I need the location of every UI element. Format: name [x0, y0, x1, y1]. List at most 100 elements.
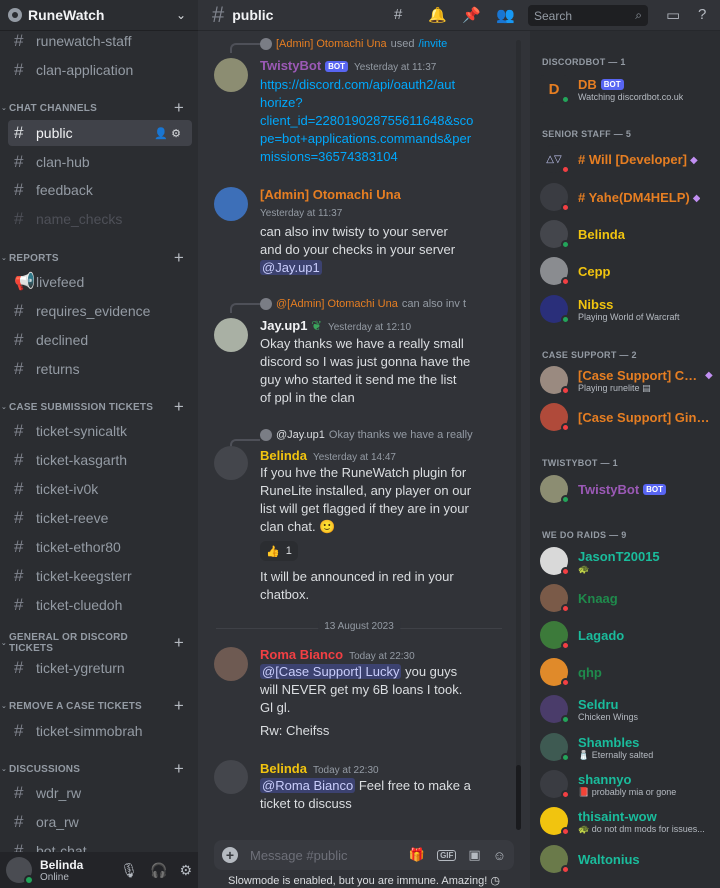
sticker-icon[interactable]: ▣ — [468, 847, 480, 863]
bell-icon[interactable]: 🔔 — [428, 6, 447, 24]
channel-livefeed[interactable]: 📢 livefeed — [8, 269, 192, 295]
channel-runewatch-staff[interactable]: # runewatch-staff — [8, 28, 192, 54]
add-channel-icon[interactable]: + — [174, 248, 184, 268]
message-composer[interactable]: + Message #public 🎁 GIF ▣ ☺ — [214, 840, 514, 870]
gif-icon[interactable]: GIF — [437, 849, 457, 861]
gear-icon[interactable]: ⚙ — [171, 128, 184, 140]
user-mention[interactable]: @Jay.up1 — [260, 260, 322, 275]
hash-icon: # — [14, 450, 24, 469]
search-input[interactable]: Search ⌕ — [528, 5, 648, 26]
channel-ticket-ethor80[interactable]: # ticket-ethor80 — [8, 534, 192, 560]
scrollbar-thumb[interactable] — [516, 765, 521, 830]
channel-ticket-kasgarth[interactable]: # ticket-kasgarth — [8, 447, 192, 473]
avatar[interactable] — [214, 187, 248, 221]
member-item[interactable]: thisaint-wow 🐢 do not dm mods for issues.… — [540, 803, 720, 839]
emoji-icon[interactable]: ☺ — [493, 848, 506, 863]
category-general-or-discord-tickets[interactable]: ⌄ GENERAL OR DISCORD TICKETS + — [0, 632, 198, 654]
reply-preview[interactable]: [Admin] Otomachi Una used /invite — [260, 38, 447, 50]
members-icon[interactable]: 👥 — [496, 6, 515, 24]
avatar[interactable] — [214, 647, 248, 681]
member-item[interactable]: Waltonius — [540, 841, 720, 877]
member-item[interactable]: Nibss Playing World of Warcraft — [540, 291, 720, 327]
avatar[interactable] — [214, 446, 248, 480]
server-header[interactable]: RuneWatch ⌄ — [0, 0, 198, 31]
scrollbar-track[interactable] — [516, 40, 521, 830]
channel-title: public — [232, 7, 274, 23]
avatar[interactable] — [6, 857, 34, 885]
attach-plus-icon[interactable]: + — [222, 847, 238, 863]
avatar[interactable] — [214, 760, 248, 794]
message-author[interactable]: Belinda Today at 22:30 — [260, 761, 379, 776]
avatar[interactable] — [214, 318, 248, 352]
channel-ticket-reeve[interactable]: # ticket-reeve — [8, 505, 192, 531]
user-mention[interactable]: @Roma Bianco — [260, 778, 356, 793]
threads-icon[interactable]: # — [394, 6, 402, 23]
channel-ticket-keegsterr[interactable]: # ticket-keegsterr — [8, 563, 192, 589]
gift-icon[interactable]: 🎁 — [409, 847, 425, 863]
category-reports[interactable]: ⌄ REPORTS + — [0, 248, 198, 268]
member-item[interactable]: TwistyBot BOT — [540, 471, 720, 507]
category-discussions[interactable]: ⌄ DISCUSSIONS + — [0, 759, 198, 779]
help-icon[interactable]: ? — [698, 6, 706, 23]
member-item[interactable]: # Yahe(DM4HELP) ◆ — [540, 179, 720, 215]
channel-ticket-iv0k[interactable]: # ticket-iv0k — [8, 476, 192, 502]
invite-link[interactable]: https://discord.com/api/oauth2/aut horiz… — [260, 76, 473, 166]
channel-requires-evidence[interactable]: # requires_evidence — [8, 298, 192, 324]
channel-wdr-rw[interactable]: # wdr_rw — [8, 780, 192, 806]
channel-feedback[interactable]: # feedback — [8, 177, 192, 203]
microphone-icon[interactable]: 🎙 — [120, 862, 138, 879]
member-item[interactable]: shannyo 📕 probably mia or gone — [540, 766, 720, 802]
add-member-icon[interactable]: 👤 — [154, 128, 171, 140]
member-item[interactable]: JasonT20015 🐢 — [540, 543, 720, 579]
channel-ticket-simmobrah[interactable]: # ticket-simmobrah — [8, 718, 192, 744]
member-item[interactable]: qhp — [540, 654, 720, 690]
add-channel-icon[interactable]: + — [174, 696, 184, 716]
message-author[interactable]: Belinda Yesterday at 14:47 — [260, 448, 396, 463]
member-item[interactable]: Lagado — [540, 617, 720, 653]
inbox-icon[interactable]: ▭ — [666, 6, 680, 24]
server-name: RuneWatch — [28, 7, 105, 23]
channel-ticket-synicaltk[interactable]: # ticket-synicaltk — [8, 418, 192, 444]
slowmode-notice: Slowmode is enabled, but you are immune.… — [228, 875, 500, 887]
channel-returns[interactable]: # returns — [8, 356, 192, 382]
add-channel-icon[interactable]: + — [174, 759, 184, 779]
member-item[interactable]: D DB BOT Watching discordbot.co.uk — [540, 71, 720, 107]
gear-icon[interactable]: ⚙ — [179, 862, 192, 879]
avatar[interactable] — [214, 58, 248, 92]
pin-icon[interactable]: 📌 — [462, 6, 481, 24]
channel-clan-application[interactable]: # clan-application — [8, 57, 192, 83]
member-item[interactable]: [Case Support] Con... ◆ Playing runelite ▤ — [540, 362, 720, 398]
member-item[interactable]: △▽ # Will [Developer] ◆ — [540, 141, 720, 177]
channel-ticket-ygreturn[interactable]: # ticket-ygreturn — [8, 655, 192, 681]
add-channel-icon[interactable]: + — [174, 397, 184, 417]
channel-ora-rw[interactable]: # ora_rw — [8, 809, 192, 835]
member-item[interactable]: Knaag — [540, 580, 720, 616]
reaction-thumbs-up[interactable]: 👍 1 — [260, 541, 298, 561]
category-remove-a-case-tickets[interactable]: ⌄ REMOVE A CASE TICKETS + — [0, 696, 198, 716]
chevron-down-icon[interactable]: ⌄ — [176, 8, 186, 22]
channel-declined[interactable]: # declined — [8, 327, 192, 353]
channel-ticket-cluedoh[interactable]: # ticket-cluedoh — [8, 592, 192, 618]
category-chat-channels[interactable]: ⌄ CHAT CHANNELS + — [0, 98, 198, 118]
member-item[interactable]: Seldru Chicken Wings — [540, 691, 720, 727]
member-item[interactable]: Cepp — [540, 253, 720, 289]
reply-preview[interactable]: @[Admin] Otomachi Una can also inv t — [260, 298, 466, 310]
member-item[interactable]: Shambles 🧂 Eternally salted — [540, 729, 720, 765]
message-author[interactable]: TwistyBot BOT Yesterday at 11:37 — [260, 58, 436, 73]
message-author[interactable]: Roma Bianco Today at 22:30 — [260, 647, 415, 662]
category-case-submission-tickets[interactable]: ⌄ CASE SUBMISSION TICKETS + — [0, 397, 198, 417]
avatar: D — [540, 75, 570, 104]
add-channel-icon[interactable]: + — [174, 98, 184, 118]
channel-public[interactable]: # public 👤⚙ — [8, 120, 192, 146]
message-input[interactable]: Message #public — [250, 848, 348, 863]
user-mention[interactable]: @[Case Support] Lucky — [260, 664, 402, 679]
message-author[interactable]: [Admin] Otomachi Una — [260, 187, 401, 202]
message-author[interactable]: Jay.up1 ❦ Yesterday at 12:10 — [260, 318, 411, 334]
add-channel-icon[interactable]: + — [174, 633, 184, 653]
channel-clan-hub[interactable]: # clan-hub — [8, 149, 192, 175]
headphones-icon[interactable]: 🎧 — [150, 862, 167, 879]
member-item[interactable]: Belinda — [540, 216, 720, 252]
reply-preview[interactable]: @Jay.up1 Okay thanks we have a really — [260, 429, 473, 441]
channel-name-checks[interactable]: # name_checks — [8, 206, 192, 232]
member-item[interactable]: [Case Support] Ginge... — [540, 399, 720, 435]
